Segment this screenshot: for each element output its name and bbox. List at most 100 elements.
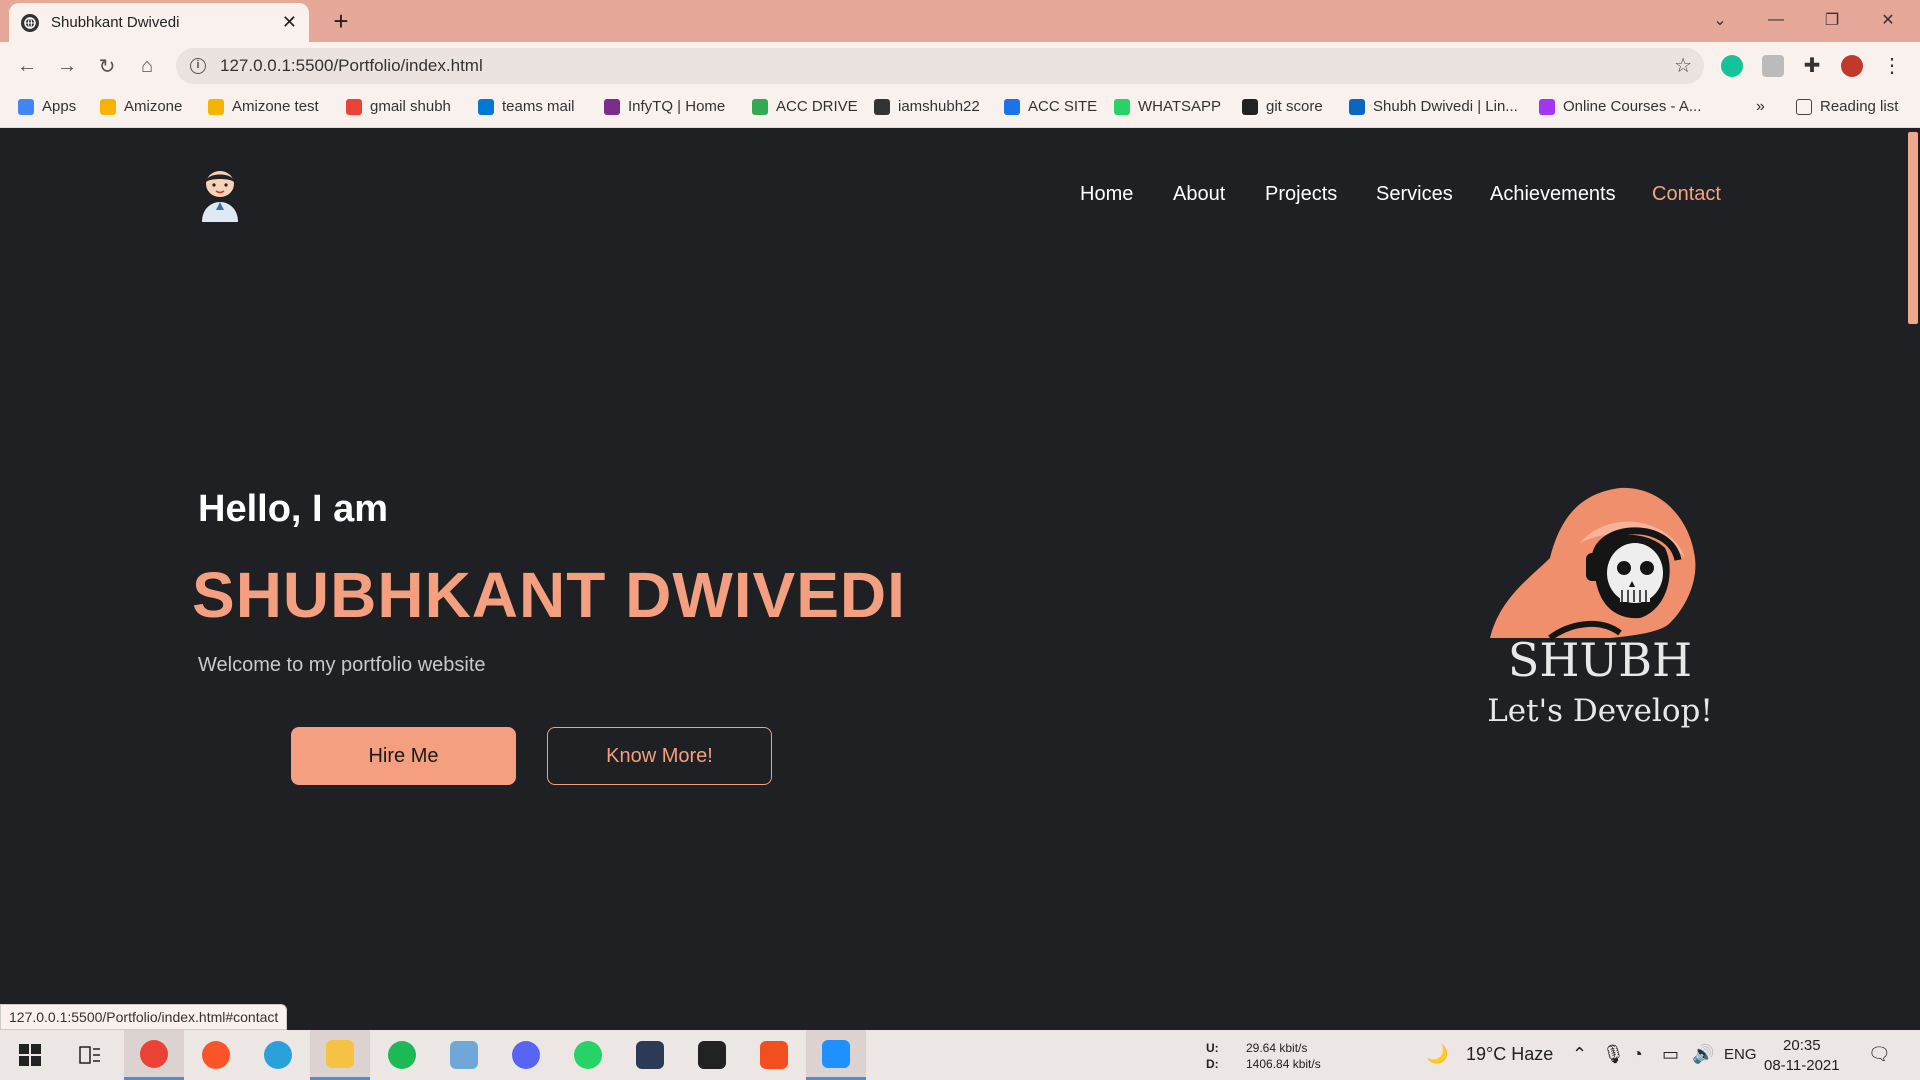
hire-me-button[interactable]: Hire Me — [291, 727, 516, 785]
bookmark-item[interactable]: Shubh Dwivedi | Lin... — [1349, 98, 1518, 115]
taskbar-app-spotify[interactable] — [372, 1030, 432, 1080]
task-view-icon — [79, 1046, 100, 1064]
bookmark-item[interactable]: WHATSAPP — [1114, 98, 1221, 115]
extensions-puzzle-icon[interactable]: ✚ — [1801, 55, 1823, 77]
taskbar-app-figma[interactable] — [744, 1030, 804, 1080]
net-down-label: D: — [1206, 1057, 1219, 1071]
bookmark-item[interactable]: iamshubh22 — [874, 98, 980, 115]
url-text[interactable]: 127.0.0.1:5500/Portfolio/index.html — [220, 56, 483, 76]
github-icon — [874, 98, 890, 115]
nav-link-achievements[interactable]: Achievements — [1490, 183, 1616, 206]
tray-overflow-icon[interactable]: ⌃ — [1572, 1044, 1587, 1065]
notepad-icon — [450, 1041, 478, 1069]
task-view-button[interactable] — [60, 1030, 120, 1080]
extension-icon[interactable] — [1762, 55, 1784, 77]
site-info-icon[interactable]: i — [190, 58, 206, 74]
nav-link-projects[interactable]: Projects — [1265, 183, 1337, 206]
notifications-icon[interactable]: 🗨 — [1868, 1044, 1891, 1065]
back-icon[interactable]: ← — [11, 50, 43, 82]
wifi-icon[interactable]: ◔ — [1632, 1044, 1643, 1065]
udemy-icon — [1539, 98, 1555, 115]
volume-icon[interactable]: 🔊 — [1692, 1044, 1714, 1065]
active-tab[interactable]: Shubhkant Dwivedi ✕ — [9, 3, 309, 42]
forward-icon[interactable]: → — [51, 50, 83, 82]
bookmark-star-icon[interactable]: ☆ — [1674, 53, 1692, 78]
bookmark-item[interactable]: ACC DRIVE — [752, 98, 858, 115]
profile-avatar[interactable] — [1841, 55, 1863, 77]
scrollbar-thumb[interactable] — [1908, 132, 1918, 324]
microphone-icon[interactable]: 🎙 — [1602, 1044, 1625, 1065]
bookmark-item[interactable]: Amizone test — [208, 98, 319, 115]
taskbar-app-discord[interactable] — [496, 1030, 556, 1080]
menu-kebab-icon[interactable]: ⋮ — [1881, 55, 1903, 77]
bookmark-item[interactable]: git score — [1242, 98, 1323, 115]
bookmark-item[interactable]: gmail shubh — [346, 98, 451, 115]
tab-search-icon[interactable]: ⌄ — [1692, 0, 1748, 40]
taskbar-app-chrome[interactable] — [124, 1030, 184, 1080]
discord-icon — [512, 1041, 540, 1069]
taskbar-app-mysql[interactable] — [620, 1030, 680, 1080]
browser-toolbar: ← → ↻ ⌂ i 127.0.0.1:5500/Portfolio/index… — [0, 42, 1920, 90]
taskbar-app-telegram[interactable] — [248, 1030, 308, 1080]
bookmark-item[interactable]: Online Courses - A... — [1539, 98, 1701, 115]
hero-greeting: Hello, I am — [198, 488, 389, 530]
more-bookmarks-button[interactable]: » — [1756, 98, 1765, 116]
bookmark-item[interactable]: Amizone — [100, 98, 182, 115]
bookmark-label: teams mail — [502, 98, 575, 115]
bookmark-label: WHATSAPP — [1138, 98, 1222, 115]
site-favicon-icon — [21, 13, 39, 32]
vscode-icon — [822, 1039, 850, 1068]
clock-time: 20:35 — [1783, 1037, 1821, 1054]
shield-icon — [100, 98, 116, 115]
tab-strip: Shubhkant Dwivedi ✕ + ⌄ — ❐ ✕ — [0, 0, 1920, 42]
know-more-button[interactable]: Know More! — [547, 727, 772, 785]
bookmark-item[interactable]: Apps — [18, 98, 76, 115]
close-tab-icon[interactable]: ✕ — [282, 12, 297, 33]
restore-button[interactable]: ❐ — [1804, 0, 1860, 40]
weather-moon-icon[interactable]: 🌙 — [1426, 1044, 1448, 1065]
shield-icon — [208, 98, 224, 115]
bookmark-item[interactable]: InfyTQ | Home — [604, 98, 725, 115]
taskbar-app-vscode[interactable] — [806, 1030, 866, 1080]
taskbar-app-brave[interactable] — [186, 1030, 246, 1080]
nav-link-home[interactable]: Home — [1080, 183, 1133, 206]
taskbar-app-notepad[interactable] — [434, 1030, 494, 1080]
taskbar-app-file-explorer[interactable] — [310, 1030, 370, 1080]
start-button[interactable] — [0, 1030, 60, 1080]
avatar-logo-icon[interactable] — [198, 168, 242, 222]
bookmark-item[interactable]: ACC SITE — [1004, 98, 1097, 115]
hero-name: SHUBHKANT DWIVEDI — [192, 559, 906, 631]
grammarly-extension-icon[interactable] — [1721, 55, 1743, 77]
spotify-icon — [388, 1041, 416, 1069]
terminal-icon — [698, 1041, 726, 1069]
new-tab-button[interactable]: + — [326, 6, 356, 36]
nav-link-contact[interactable]: Contact — [1652, 183, 1721, 206]
nav-link-services[interactable]: Services — [1376, 183, 1453, 206]
reading-list-icon — [1796, 98, 1812, 115]
language-indicator[interactable]: ENG — [1724, 1046, 1757, 1063]
address-bar[interactable]: i 127.0.0.1:5500/Portfolio/index.html ☆ — [176, 48, 1704, 84]
bookmark-label: Amizone test — [232, 98, 319, 115]
net-down-value: 1406.84 kbit/s — [1246, 1057, 1321, 1071]
net-up-label: U: — [1206, 1041, 1219, 1055]
home-icon[interactable]: ⌂ — [131, 50, 163, 82]
weather-text[interactable]: 19°C Haze — [1466, 1044, 1553, 1065]
reading-list-button[interactable]: Reading list — [1796, 98, 1898, 115]
close-window-button[interactable]: ✕ — [1860, 0, 1916, 40]
system-clock[interactable]: 20:35 08-11-2021 — [1764, 1036, 1840, 1076]
gmail-icon — [346, 98, 362, 115]
chrome-icon — [140, 1039, 168, 1068]
taskbar-app-terminal[interactable] — [682, 1030, 742, 1080]
bookmark-item[interactable]: teams mail — [478, 98, 575, 115]
battery-icon[interactable]: ▭ — [1662, 1044, 1679, 1065]
bookmark-label: InfyTQ | Home — [628, 98, 726, 115]
nav-link-about[interactable]: About — [1173, 183, 1225, 206]
clock-date: 08-11-2021 — [1764, 1057, 1840, 1074]
reload-icon[interactable]: ↻ — [91, 50, 123, 82]
link-status-bubble: 127.0.0.1:5500/Portfolio/index.html#cont… — [0, 1004, 288, 1030]
telegram-icon — [264, 1041, 292, 1069]
net-up-value: 29.64 kbit/s — [1246, 1041, 1308, 1055]
taskbar-app-whatsapp[interactable] — [558, 1030, 618, 1080]
minimize-button[interactable]: — — [1748, 0, 1804, 40]
bookmark-label: ACC DRIVE — [776, 98, 858, 115]
